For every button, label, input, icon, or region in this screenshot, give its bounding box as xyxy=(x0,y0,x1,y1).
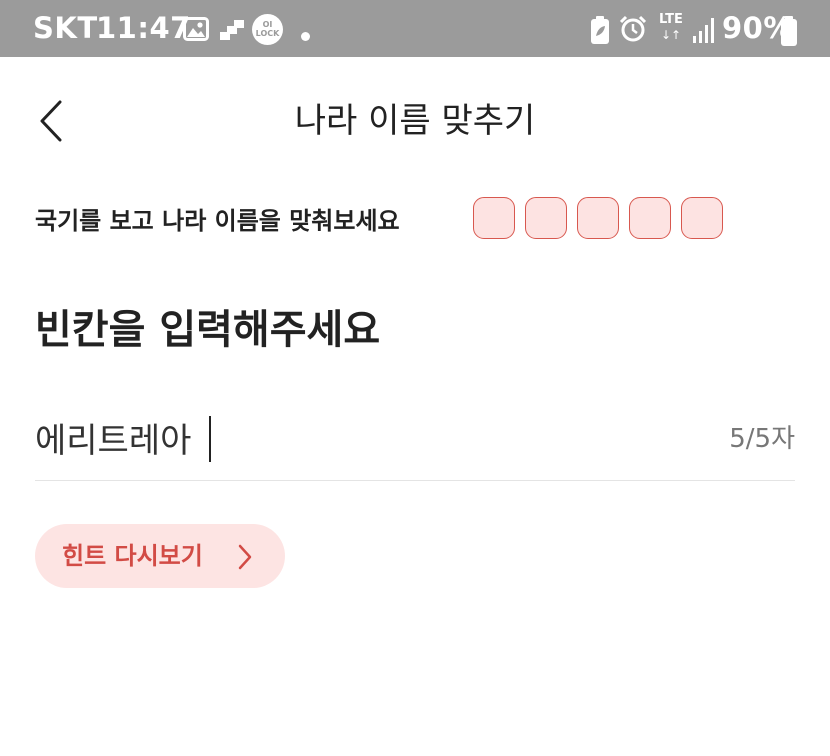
alarm-icon xyxy=(619,15,647,42)
lte-label: LTE xyxy=(659,12,683,27)
answer-blank xyxy=(681,197,723,239)
lock-badge-text-top: OI xyxy=(262,20,273,29)
page-title: 나라 이름 맞추기 xyxy=(294,101,536,141)
carrier-label: SKT xyxy=(33,11,98,45)
answer-blank xyxy=(577,197,619,239)
answer-blank xyxy=(473,197,515,239)
dot-icon xyxy=(301,32,310,41)
battery-icon xyxy=(781,16,797,46)
lock-badge-text-bottom: LOCK xyxy=(255,29,280,38)
answer-blank xyxy=(629,197,671,239)
app-bar: 나라 이름 맞추기 xyxy=(0,57,830,183)
app-notification-icon xyxy=(220,20,244,40)
battery-saver-icon xyxy=(591,16,609,44)
answer-input[interactable] xyxy=(35,412,715,462)
answer-blank xyxy=(525,197,567,239)
chevron-right-icon xyxy=(238,544,252,570)
gallery-icon xyxy=(183,17,209,41)
text-caret xyxy=(209,416,211,462)
signal-icon xyxy=(693,18,714,43)
input-underline xyxy=(35,480,795,481)
char-counter: 5/5자 xyxy=(729,424,795,454)
quiz-prompt: 국기를 보고 나라 이름을 맞춰보세요 xyxy=(35,207,400,235)
clock-time: 11:47 xyxy=(96,11,191,45)
lte-icon: LTE ↓↑ xyxy=(656,12,686,48)
input-heading: 빈칸을 입력해주세요 xyxy=(35,307,381,353)
status-bar: SKT 11:47 OI LOCK LTE ↓↑ 90% xyxy=(0,0,830,57)
hint-button[interactable]: 힌트 다시보기 xyxy=(35,524,285,588)
hint-button-label: 힌트 다시보기 xyxy=(62,542,203,570)
lock-app-icon: OI LOCK xyxy=(252,14,283,45)
data-arrows-icon: ↓↑ xyxy=(660,28,682,42)
